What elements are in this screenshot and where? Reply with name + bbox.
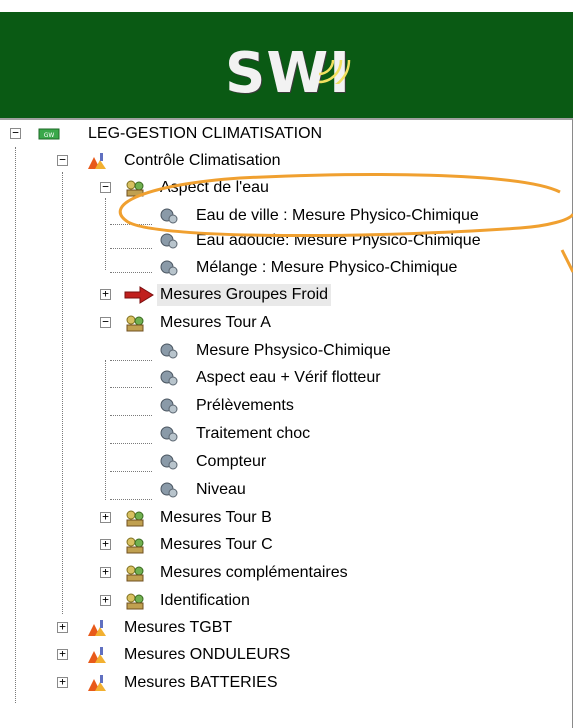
tree-node-label: Prélèvements [196, 397, 294, 414]
header-banner: SWI [0, 0, 573, 118]
red-tag-icon: GW [38, 128, 60, 140]
measure-icon [160, 398, 178, 414]
tree-node-label: Aspect eau + Vérif flotteur [196, 369, 381, 386]
tree-node-label: Traitement choc [196, 425, 311, 442]
group-icon [126, 510, 144, 527]
measure-icon [160, 370, 178, 386]
swi-logo: SWI [203, 38, 373, 118]
tree-node-tgbt[interactable]: + Mesures TGBT [0, 617, 560, 639]
collapse-toggle[interactable]: − [10, 127, 21, 139]
tree-node-eau-de-ville[interactable]: Eau de ville : Mesure Physico-Chimique [0, 205, 570, 227]
site-icon [88, 620, 106, 636]
site-icon [88, 647, 106, 663]
svg-text:GW: GW [44, 132, 55, 139]
tree-node-tour-b[interactable]: + Mesures Tour B [0, 507, 560, 529]
tree-node-prelevements[interactable]: Prélèvements [0, 395, 560, 417]
expand-toggle[interactable]: + [100, 538, 111, 550]
measure-icon [160, 260, 178, 276]
tree-node-complementaires[interactable]: + Mesures complémentaires [0, 562, 560, 584]
measure-icon [160, 233, 178, 249]
tree-node-batteries[interactable]: + Mesures BATTERIES [0, 672, 560, 694]
tree-view[interactable]: − GW LEG-GESTION CLIMATISATION − Contrôl… [0, 118, 573, 728]
tree-node-aspect-eau[interactable]: − Aspect de l'eau [0, 177, 560, 199]
group-icon [126, 180, 144, 197]
tree-node-label: Aspect de l'eau [160, 179, 269, 196]
tree-node-label: Compteur [196, 453, 267, 470]
group-icon [126, 315, 144, 332]
group-icon [126, 565, 144, 582]
tree-node-label: Niveau [196, 481, 246, 498]
tree-node-melange[interactable]: Mélange : Mesure Physico-Chimique [0, 257, 570, 279]
tree-node-eau-adoucie[interactable]: Eau adoucie: Mesure Physico-Chimique [0, 230, 570, 252]
tree-node-aspect-flotteur[interactable]: Aspect eau + Vérif flotteur [0, 367, 560, 389]
tree-node-label: Mesures Tour B [160, 509, 272, 526]
collapse-toggle[interactable]: − [57, 154, 68, 166]
tree-node-label: Mesures Tour A [160, 314, 271, 331]
tree-node-groupes-froid[interactable]: + Mesures Groupes Froid [0, 284, 560, 306]
group-icon [126, 537, 144, 554]
tree-node-label: Mesures ONDULEURS [124, 646, 291, 663]
tree-node-label: Mesures BATTERIES [124, 674, 278, 691]
group-icon [126, 593, 144, 610]
collapse-toggle[interactable]: − [100, 316, 111, 328]
tree-node-label: Mesures TGBT [124, 619, 233, 636]
tree-node-compteur[interactable]: Compteur [0, 451, 560, 473]
site-icon [88, 675, 106, 691]
tree-node-label: Mesures Tour C [160, 536, 273, 553]
expand-toggle[interactable]: + [57, 676, 68, 688]
tree-node-niveau[interactable]: Niveau [0, 479, 560, 501]
expand-toggle[interactable]: + [100, 511, 111, 523]
expand-toggle[interactable]: + [57, 621, 68, 633]
measure-icon [160, 426, 178, 442]
expand-toggle[interactable]: + [100, 594, 111, 606]
signal-waves-icon [318, 59, 351, 84]
tree-node-label: Identification [160, 592, 250, 609]
tree-node-onduleurs[interactable]: + Mesures ONDULEURS [0, 644, 560, 666]
expand-toggle[interactable]: + [100, 288, 111, 300]
tree-node-label: Eau adoucie: Mesure Physico-Chimique [196, 232, 481, 249]
tree-node-label: Eau de ville : Mesure Physico-Chimique [196, 207, 479, 224]
tree-node-root[interactable]: − GW LEG-GESTION CLIMATISATION [0, 123, 560, 145]
collapse-toggle[interactable]: − [100, 181, 111, 193]
tree-node-mesure-physico[interactable]: Mesure Phsysico-Chimique [0, 340, 560, 362]
tree-node-label: Contrôle Climatisation [124, 152, 281, 169]
site-icon [88, 153, 106, 169]
tree-node-label: Mesure Phsysico-Chimique [196, 342, 391, 359]
measure-icon [160, 343, 178, 359]
tree-node-label: Mesures complémentaires [160, 564, 348, 581]
measure-icon [160, 482, 178, 498]
red-arrow-icon [124, 286, 154, 304]
tree-node-controle-climatisation[interactable]: − Contrôle Climatisation [0, 150, 560, 172]
tree-node-traitement-choc[interactable]: Traitement choc [0, 423, 560, 445]
tree-node-identification[interactable]: + Identification [0, 590, 560, 612]
tree-node-label: Mélange : Mesure Physico-Chimique [196, 259, 458, 276]
tree-node-tour-a[interactable]: − Mesures Tour A [0, 312, 560, 334]
tree-node-label: Mesures Groupes Froid [157, 284, 332, 306]
expand-toggle[interactable]: + [57, 648, 68, 660]
tree-node-tour-c[interactable]: + Mesures Tour C [0, 534, 560, 556]
measure-icon [160, 454, 178, 470]
tree-node-label: LEG-GESTION CLIMATISATION [88, 125, 323, 142]
expand-toggle[interactable]: + [100, 566, 111, 578]
measure-icon [160, 208, 178, 224]
